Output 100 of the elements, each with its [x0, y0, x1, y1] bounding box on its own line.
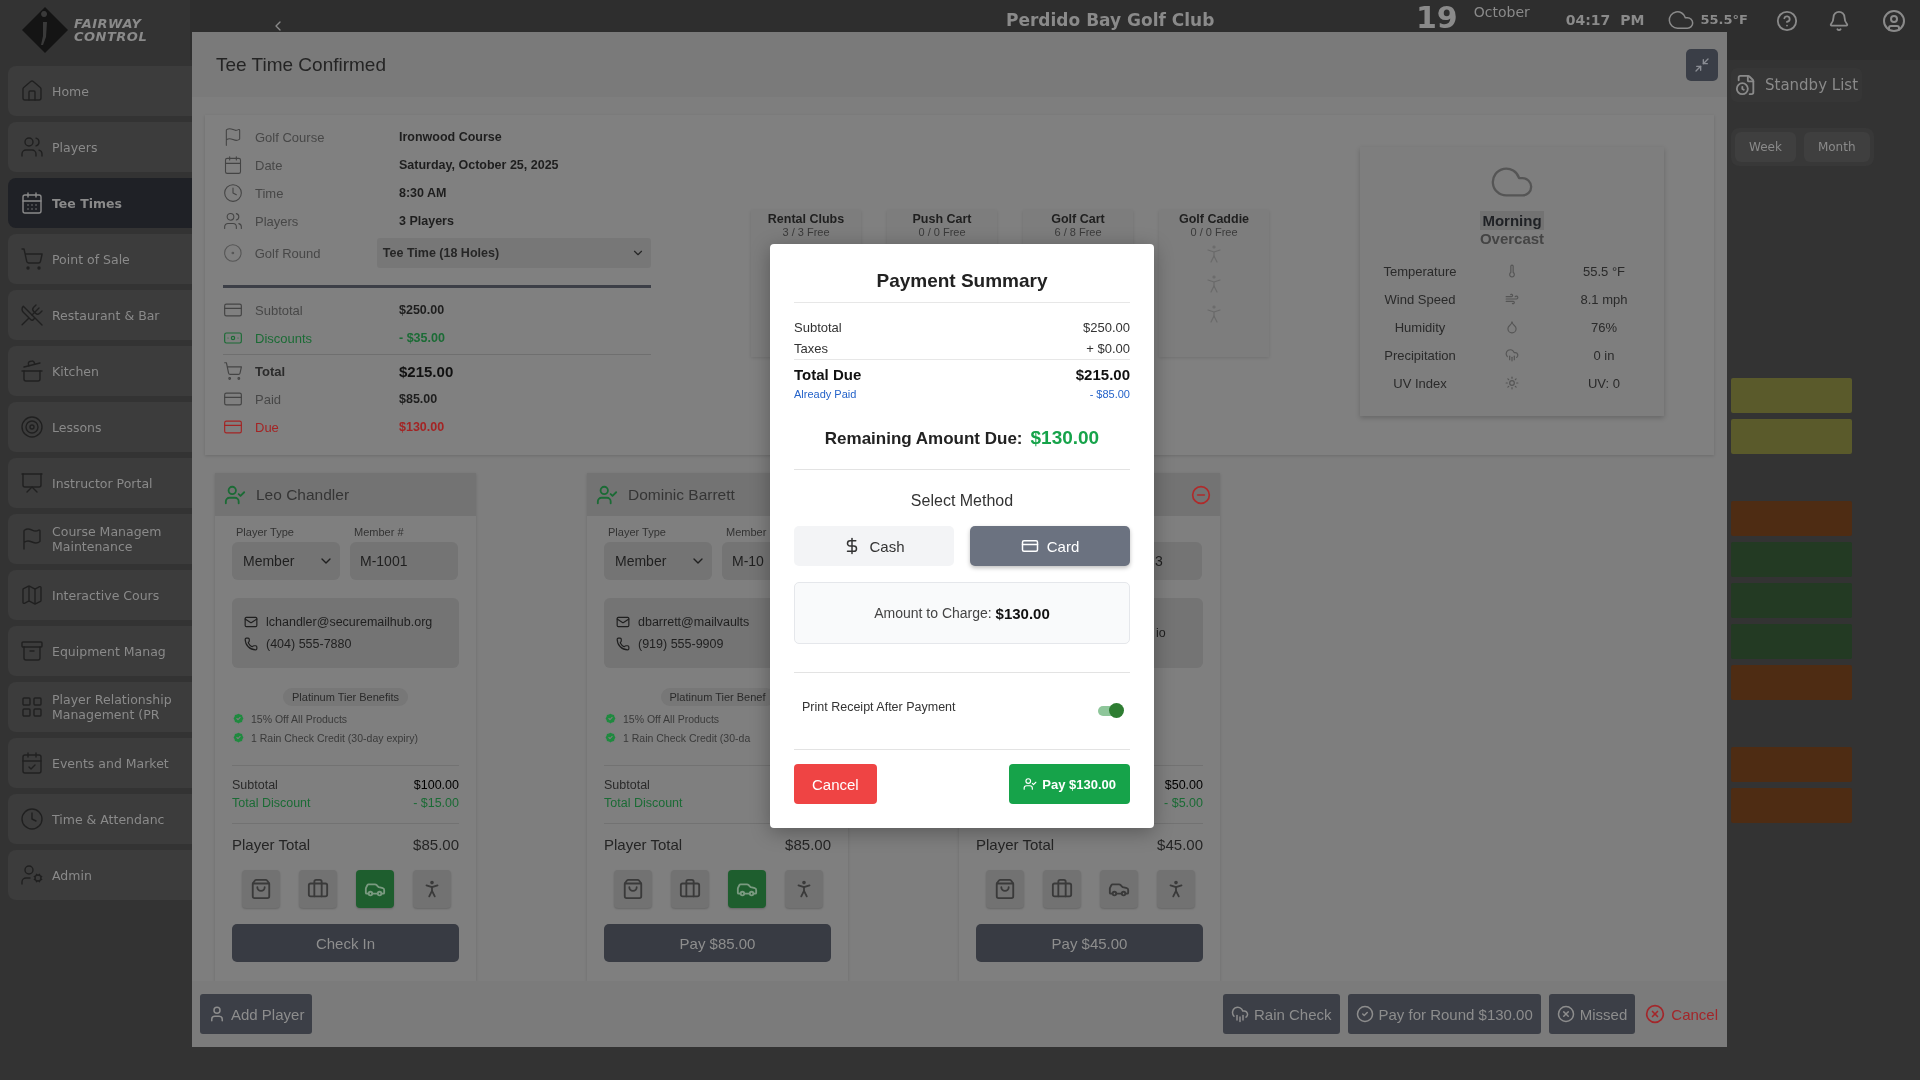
receipt-toggle[interactable] [1098, 706, 1122, 716]
user-check-icon [596, 483, 618, 506]
missed-button[interactable]: Missed [1548, 994, 1636, 1034]
sidebar-item[interactable]: Lessons [8, 402, 192, 452]
equipment-toggle[interactable] [671, 870, 709, 908]
player-total-value: $85.00 [785, 835, 831, 853]
sidebar-item[interactable]: Interactive Cours [8, 570, 192, 620]
clock-icon [20, 807, 44, 831]
equipment-toggle[interactable] [986, 870, 1024, 908]
subtotal-label: Subtotal [232, 778, 278, 793]
equipment-toggle[interactable] [728, 870, 766, 908]
brand-text: CONTROL [74, 30, 148, 43]
discount-value: - $5.00 [1164, 796, 1203, 811]
equipment-toggle[interactable] [614, 870, 652, 908]
clock-meridiem: PM [1620, 12, 1645, 28]
equipment-toggle[interactable] [785, 870, 823, 908]
sidebar-item[interactable]: Admin [8, 850, 192, 900]
x-circle-icon [1645, 1004, 1666, 1024]
bell-icon[interactable] [1828, 10, 1850, 32]
cancel-button[interactable]: Cancel [794, 764, 877, 804]
equipment-toggle[interactable] [1157, 870, 1195, 908]
sidebar-item[interactable]: Players [8, 122, 192, 172]
sidebar-item[interactable]: Tee Times [8, 178, 192, 228]
field-label: Member [725, 526, 768, 539]
golf-round-select[interactable]: Tee Time (18 Holes) [376, 238, 651, 268]
compress-button[interactable] [1686, 48, 1718, 81]
equipment-toggle[interactable] [413, 870, 451, 908]
sidebar-item[interactable]: Instructor Portal [8, 458, 192, 508]
pay-button[interactable]: Pay $130.00 [1009, 764, 1130, 804]
calendar-icon [223, 155, 243, 175]
equipment-toggle[interactable] [1043, 870, 1081, 908]
logo-icon [20, 5, 70, 55]
weather-label: Temperature [1383, 263, 1457, 279]
map-icon [20, 583, 44, 607]
detail-value: 8:30 AM [399, 186, 447, 200]
payment-value: + $0.00 [1086, 341, 1130, 356]
brand-text: FAIRWAY [74, 17, 143, 30]
detail-label: Date [255, 157, 284, 173]
summary-value: $215.00 [399, 362, 454, 380]
sidebar-item[interactable]: Time & Attendanc [8, 794, 192, 844]
help-icon[interactable] [1776, 10, 1798, 32]
player-action-button[interactable]: Pay $45.00 [976, 924, 1203, 962]
sidebar-item[interactable]: Equipment Manag [8, 626, 192, 676]
benefit-text: 1 Rain Check Credit (30-day expiry) [251, 731, 418, 744]
header-temperature: 55.5°F [1700, 12, 1748, 27]
sidebar-item[interactable]: Restaurant & Bar [8, 290, 192, 340]
equipment-toggle[interactable] [1100, 870, 1138, 908]
payment-value: $215.00 [1075, 366, 1130, 383]
sidebar-item[interactable]: Events and Market [8, 738, 192, 788]
payment-method-button[interactable]: Cash [794, 526, 954, 566]
equipment-toggle[interactable] [356, 870, 394, 908]
sidebar-item[interactable]: Home [8, 66, 192, 116]
check-badge-icon [232, 731, 245, 744]
payment-label: Already Paid [794, 388, 857, 400]
player-action-button[interactable]: Check In [232, 924, 459, 962]
member-number-field[interactable]: M-1001 [350, 542, 458, 580]
player-total-value: $85.00 [413, 835, 459, 853]
player-total-label: Player Total [232, 835, 311, 853]
payment-method-button[interactable]: Card [970, 526, 1130, 566]
weather-value: 76% [1591, 319, 1617, 335]
cancel-button[interactable]: Cancel [1643, 1004, 1720, 1024]
date-month: October [1473, 4, 1530, 20]
check-badge-icon [604, 731, 617, 744]
user-check-icon [1023, 777, 1038, 791]
view-tab[interactable]: Week [1735, 132, 1796, 162]
presentation-icon [20, 471, 44, 495]
weather-label: UV Index [1393, 375, 1447, 391]
cart-icon [20, 247, 44, 271]
pay-round-button[interactable]: Pay for Round $130.00 [1347, 994, 1541, 1034]
player-action-button[interactable]: Pay $85.00 [604, 924, 831, 962]
detail-label: Time [255, 185, 285, 201]
check-badge-icon [604, 712, 617, 725]
rain-check-button[interactable]: Rain Check [1222, 994, 1340, 1034]
summary-value: $85.00 [399, 392, 438, 406]
remove-icon[interactable] [1191, 484, 1211, 505]
sun-icon [1505, 376, 1519, 390]
view-tab[interactable]: Month [1803, 132, 1870, 162]
people-icon [20, 135, 44, 159]
sidebar-item[interactable]: Course Managem Maintenance [8, 514, 192, 564]
discount-value: - $15.00 [413, 796, 459, 811]
equipment-toggle[interactable] [299, 870, 337, 908]
payment-label: Subtotal [794, 320, 842, 335]
calendar-icon [20, 191, 44, 215]
player-type-select[interactable]: Member [604, 542, 712, 580]
user-icon[interactable] [1882, 9, 1906, 33]
equipment-name: Rental Clubs [767, 212, 845, 226]
x-circle-icon [1556, 1005, 1575, 1023]
email-text: io [1156, 626, 1166, 640]
equipment-toggle[interactable] [242, 870, 280, 908]
summary-label: Due [255, 419, 280, 435]
sidebar-item[interactable]: Point of Sale [8, 234, 192, 284]
flag-icon [223, 127, 243, 147]
sidebar-item[interactable]: Player Relationship Management (PR [8, 682, 192, 732]
clock-time: 04:17 [1565, 12, 1611, 28]
sidebar-item[interactable]: Kitchen [8, 346, 192, 396]
bag-icon [307, 878, 329, 900]
add-player-button[interactable]: Add Player [200, 994, 313, 1034]
equipment-name: Golf Cart [1051, 212, 1105, 226]
player-type-select[interactable]: Member [232, 542, 340, 580]
house-icon [20, 79, 44, 103]
